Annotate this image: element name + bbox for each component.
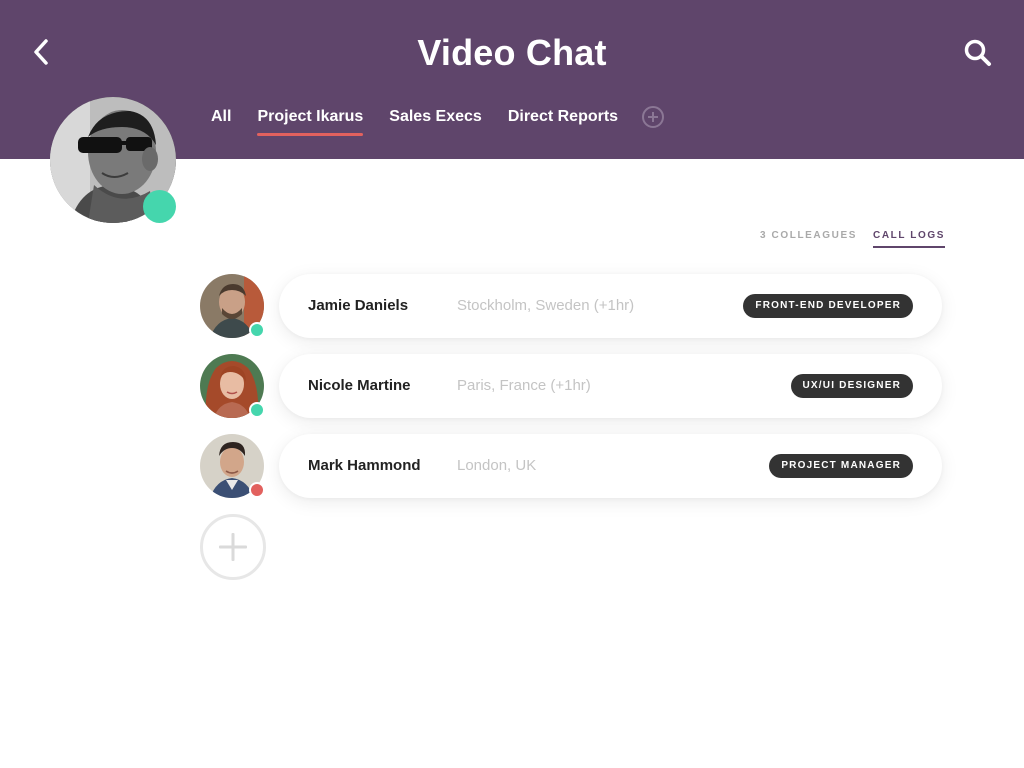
- role-badge: PROJECT MANAGER: [769, 454, 913, 478]
- role-badge: UX/UI DESIGNER: [790, 374, 913, 398]
- plus-circle-icon[interactable]: [642, 106, 665, 128]
- page-title: Video Chat: [417, 32, 607, 73]
- sub-nav: 3 COLLEAGUES CALL LOGS: [760, 230, 945, 248]
- contact-card[interactable]: Nicole Martine Paris, France (+1hr) UX/U…: [279, 354, 942, 418]
- contact-card[interactable]: Mark Hammond London, UK PROJECT MANAGER: [279, 434, 942, 498]
- contact-location: Stockholm, Sweden (+1hr): [457, 297, 635, 314]
- contact-location: Paris, France (+1hr): [457, 377, 591, 394]
- search-icon: [964, 39, 991, 66]
- tab-project-ikarus[interactable]: Project Ikarus: [257, 108, 363, 136]
- contact-name: Nicole Martine: [308, 377, 411, 394]
- contact-card[interactable]: Jamie Daniels Stockholm, Sweden (+1hr) F…: [279, 274, 942, 338]
- colleagues-count-tab[interactable]: 3 COLLEAGUES: [760, 230, 857, 248]
- tab-sales-execs[interactable]: Sales Execs: [389, 108, 482, 136]
- user-status-online: [143, 190, 176, 223]
- add-contact-button[interactable]: [200, 514, 266, 580]
- contact-row: Mark Hammond London, UK PROJECT MANAGER: [200, 434, 943, 498]
- tab-all[interactable]: All: [211, 108, 231, 136]
- contact-location: London, UK: [457, 457, 537, 474]
- status-online-dot: [249, 322, 265, 338]
- video-chat-screen: Video Chat All Project Ikarus Sales Exec…: [0, 0, 1024, 768]
- search-button[interactable]: [958, 34, 998, 72]
- contact-name: Jamie Daniels: [308, 297, 409, 314]
- role-badge: FRONT-END DEVELOPER: [743, 294, 913, 318]
- contact-row: Nicole Martine Paris, France (+1hr) UX/U…: [200, 354, 943, 418]
- status-busy-dot: [249, 482, 265, 498]
- tab-direct-reports[interactable]: Direct Reports: [508, 108, 618, 136]
- contact-row: Jamie Daniels Stockholm, Sweden (+1hr) F…: [200, 274, 943, 338]
- call-logs-tab[interactable]: CALL LOGS: [873, 230, 945, 248]
- contact-name: Mark Hammond: [308, 457, 421, 474]
- status-online-dot: [249, 402, 265, 418]
- group-tabs: All Project Ikarus Sales Execs Direct Re…: [211, 106, 665, 142]
